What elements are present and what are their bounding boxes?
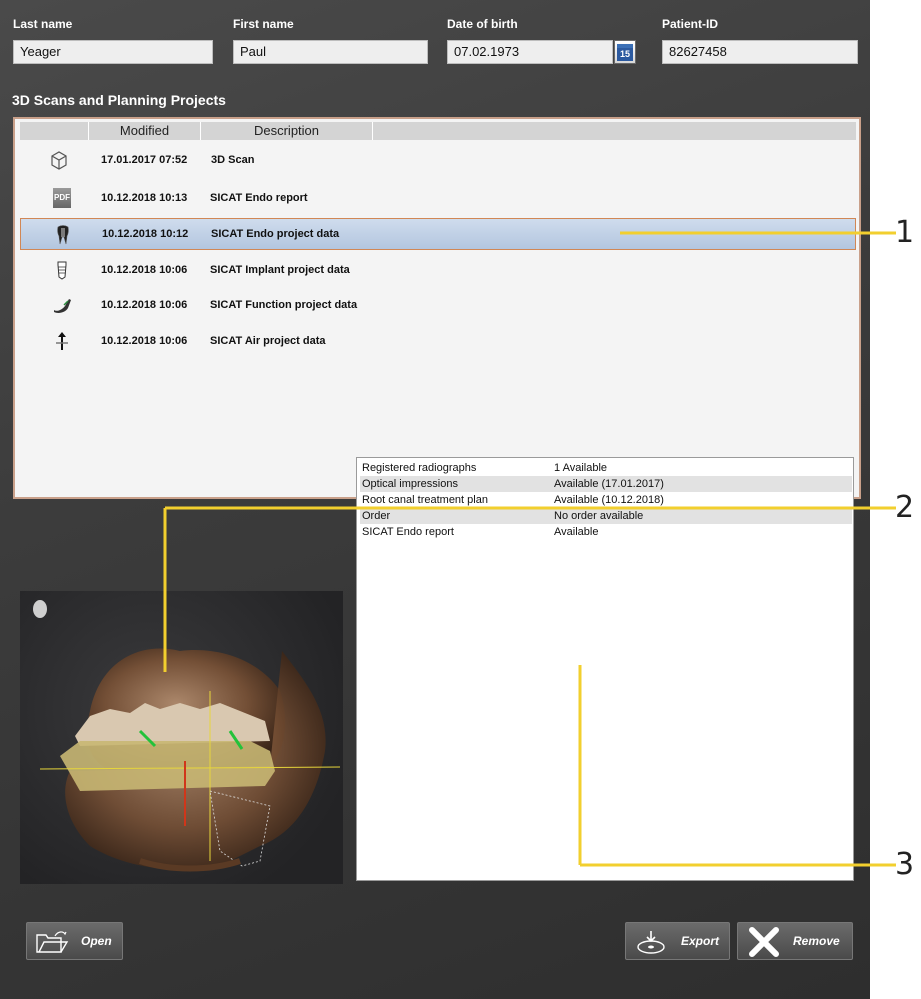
projects-table: Modified Description 17.01.2017 07:52 3D… [13,117,861,499]
first-name-label: First name [233,17,294,31]
cube-icon [20,144,98,176]
jaw-icon [42,289,82,321]
open-label: Open [81,934,112,948]
calendar-day: 15 [617,48,633,61]
table-row[interactable]: 10.12.2018 10:06 SICAT Air project data [20,325,856,357]
calendar-button[interactable]: 15 [614,40,636,64]
row-modified: 17.01.2017 07:52 [101,154,188,166]
row-description: 3D Scan [211,154,255,166]
row-description: SICAT Implant project data [210,264,350,276]
row-modified: 10.12.2018 10:06 [101,299,188,311]
row-modified: 10.12.2018 10:12 [102,228,189,240]
row-modified: 10.12.2018 10:13 [101,192,188,204]
airway-icon [42,325,82,357]
icon-column-header[interactable] [20,122,89,140]
callout-2: 2 [895,490,915,525]
table-row[interactable]: 10.12.2018 10:06 SICAT Implant project d… [20,254,856,286]
project-info-panel: Registered radiographs 1 Available Optica… [356,457,854,881]
info-row: Optical impressions Available (17.01.2017… [360,476,852,492]
callout-1: 1 [895,215,915,250]
pdf-icon: PDF [42,182,82,214]
callout-3: 3 [895,847,915,882]
tooth-icon [43,219,83,251]
implant-icon [42,254,82,286]
3d-preview[interactable] [20,591,343,884]
row-description: SICAT Air project data [210,335,326,347]
row-modified: 10.12.2018 10:06 [101,335,188,347]
export-icon [636,929,670,958]
skull-3d-render [33,600,341,872]
row-description: SICAT Function project data [210,299,358,311]
folder-icon [35,929,69,958]
open-button[interactable]: Open [26,922,123,960]
modified-column-header[interactable]: Modified [89,122,201,140]
first-name-field[interactable]: Paul [233,40,428,64]
row-description: SICAT Endo project data [211,228,340,240]
info-row: Order No order available [360,508,852,524]
remove-label: Remove [793,934,840,948]
patient-window: Last name Yeager First name Paul Date of… [0,0,870,999]
last-name-field[interactable]: Yeager [13,40,213,64]
table-header: Modified Description [20,122,856,140]
description-column-header[interactable]: Description [201,122,373,140]
info-row: SICAT Endo report Available [362,526,599,538]
row-description: SICAT Endo report [210,192,308,204]
dob-label: Date of birth [447,17,518,31]
last-name-label: Last name [13,17,73,31]
table-row-selected[interactable]: 10.12.2018 10:12 SICAT Endo project data [20,218,856,250]
table-row[interactable]: PDF 10.12.2018 10:13 SICAT Endo report [20,182,856,214]
remove-x-icon [748,927,780,960]
export-label: Export [681,934,720,948]
table-row[interactable]: 17.01.2017 07:52 3D Scan [20,144,856,176]
info-row: Registered radiographs 1 Available [362,462,608,474]
patient-id-field[interactable]: 82627458 [662,40,858,64]
patient-id-label: Patient-ID [662,17,719,31]
remove-button[interactable]: Remove [737,922,853,960]
empty-column-header [373,122,856,140]
table-row[interactable]: 10.12.2018 10:06 SICAT Function project … [20,289,856,321]
export-button[interactable]: Export [625,922,730,960]
info-row: Root canal treatment plan Available (10.1… [362,494,664,506]
projects-title: 3D Scans and Planning Projects [12,92,226,108]
row-modified: 10.12.2018 10:06 [101,264,188,276]
dob-field[interactable]: 07.02.1973 [447,40,613,64]
